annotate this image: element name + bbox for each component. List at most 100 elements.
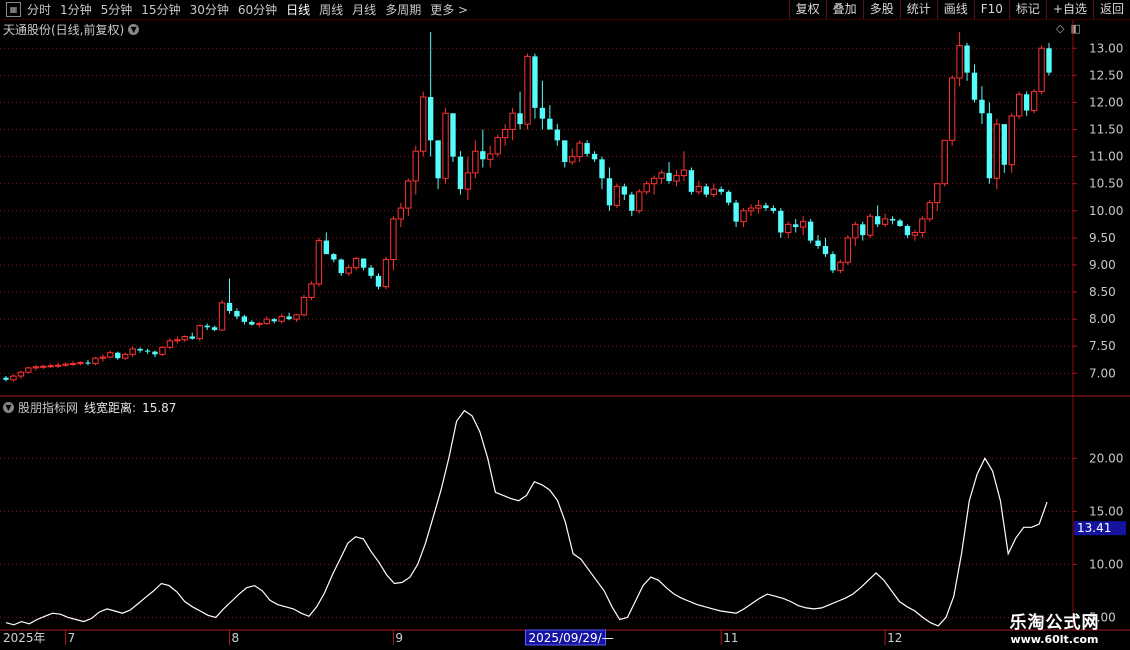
toolbar-button-8[interactable]: 返回 xyxy=(1092,0,1130,19)
chevron-down-icon[interactable]: ▼ xyxy=(128,24,140,35)
candle-body-down xyxy=(621,186,628,195)
x-axis-label: 9 xyxy=(395,631,403,645)
indicator-colon: : xyxy=(132,400,137,415)
y-tick-label: 10.00 xyxy=(1089,204,1123,218)
chevron-down-icon[interactable]: ▼ xyxy=(3,402,14,413)
chart-svg[interactable]: 13.00 12.50 12.00 11.50 11.00 10.50 10.00 9.50 9… xyxy=(0,0,1130,650)
candle-body-up xyxy=(472,150,479,174)
x-axis-label: 10 xyxy=(559,631,574,645)
candle-body-up xyxy=(62,363,69,366)
tab-2[interactable]: 5分钟 xyxy=(101,1,133,18)
candle-body-down xyxy=(249,321,255,325)
candle-body-up xyxy=(576,142,583,158)
candle-body-up xyxy=(129,348,136,355)
toolbar-button-1[interactable]: 叠加 xyxy=(825,0,863,19)
candle-body-down xyxy=(368,267,374,276)
candle-body-down xyxy=(703,186,709,195)
candle-body-down xyxy=(591,153,598,160)
candle-body-up xyxy=(941,139,948,185)
cursor-date-box xyxy=(525,629,606,646)
candle-body-up xyxy=(32,366,39,369)
candle-body-down xyxy=(860,224,866,236)
candle-body-down xyxy=(793,224,799,228)
x-axis-label: 11 xyxy=(723,631,738,645)
tab-4[interactable]: 30分钟 xyxy=(190,1,229,18)
layout-icon[interactable]: ◧ xyxy=(1070,22,1080,35)
y-tick-label: 10.50 xyxy=(1089,177,1123,191)
candle-body-down xyxy=(1023,94,1030,111)
indicator-tick-label: 20.00 xyxy=(1089,451,1123,465)
candle-body-up xyxy=(256,322,263,326)
candle-body-down xyxy=(807,221,814,241)
candle-body-down xyxy=(606,178,613,206)
candle-body-up xyxy=(755,204,762,209)
watermark: 乐淘公式网 www.60lt.com xyxy=(982,608,1127,648)
candle-body-up xyxy=(122,353,129,359)
y-tick-label: 9.50 xyxy=(1089,231,1116,245)
candle-body-up xyxy=(710,188,717,196)
toolbar-button-4[interactable]: 画线 xyxy=(936,0,974,19)
candle-body-up xyxy=(196,325,203,340)
candle-body-down xyxy=(323,240,330,255)
candle-body-down xyxy=(733,202,739,222)
indicator-tick-label: 10.00 xyxy=(1089,557,1123,571)
candle-body-up xyxy=(107,352,114,358)
candle-body-down xyxy=(547,118,553,130)
candle-body-up xyxy=(1008,115,1015,166)
diamond-icon[interactable]: ◇ xyxy=(1056,22,1064,35)
toolbar-button-3[interactable]: 统计 xyxy=(899,0,937,19)
candle-body-up xyxy=(10,375,17,381)
candle-body-up xyxy=(345,267,352,274)
candle-body-down xyxy=(815,240,821,247)
tab-5[interactable]: 60分钟 xyxy=(238,1,277,18)
tab-10[interactable]: 更多 > xyxy=(430,1,468,18)
candle-body-down xyxy=(338,259,344,274)
tab-9[interactable]: 多周期 xyxy=(385,1,421,18)
candle-body-down xyxy=(204,325,210,328)
tab-6[interactable]: 日线 xyxy=(286,1,310,18)
tab-1[interactable]: 1分钟 xyxy=(60,1,92,18)
tab-7[interactable]: 周线 xyxy=(319,1,343,18)
candle-body-down xyxy=(904,225,911,236)
candle-body-up xyxy=(25,367,32,373)
menu-icon[interactable]: ▦ xyxy=(6,2,21,17)
current-value-box xyxy=(1074,521,1126,536)
candle-body-down xyxy=(763,205,769,209)
candle-body-down xyxy=(85,362,91,364)
toolbar-button-0[interactable]: 复权 xyxy=(788,0,826,19)
candle-body-down xyxy=(137,348,143,351)
candle-body-up xyxy=(926,202,933,220)
candle-body-up xyxy=(390,218,397,261)
candle-body-down xyxy=(3,377,9,380)
x-axis-label: 8 xyxy=(232,631,240,645)
current-value-label: 13.41 xyxy=(1077,521,1111,535)
toolbar-right-buttons: 复权 叠加 多股 统计 画线 F10 标记 +自选 返回 xyxy=(788,0,1130,19)
y-tick-label: 8.50 xyxy=(1089,285,1116,299)
candle-body-down xyxy=(889,218,896,221)
candle-body-up xyxy=(69,363,77,366)
tab-0[interactable]: 分时 xyxy=(27,1,51,18)
y-tick-label: 11.50 xyxy=(1089,123,1123,137)
toolbar-button-6[interactable]: 标记 xyxy=(1008,0,1046,19)
candle-body-up xyxy=(382,259,390,288)
candle-body-up xyxy=(263,318,270,324)
candle-body-down xyxy=(226,302,233,312)
candle-body-down xyxy=(115,352,121,359)
candle-body-down xyxy=(517,113,523,125)
tab-3[interactable]: 15分钟 xyxy=(141,1,180,18)
candle-body-up xyxy=(166,340,174,348)
toolbar-button-5[interactable]: F10 xyxy=(973,0,1009,19)
candle-body-up xyxy=(300,296,308,316)
candle-body-down xyxy=(144,350,151,352)
candle-body-up xyxy=(636,191,643,212)
watermark-url: www.60lt.com xyxy=(1010,633,1099,646)
chart-top-icons: ◇ ◧ xyxy=(1056,22,1081,35)
candle-body-up xyxy=(747,207,755,212)
toolbar-button-2[interactable]: 多股 xyxy=(862,0,900,19)
toolbar-button-7[interactable]: +自选 xyxy=(1045,0,1093,19)
toolbar: ▦ 分时 1分钟 5分钟 15分钟 30分钟 60分钟 日线 周线 月线 多周期 更多 > 复权 叠加… xyxy=(0,0,1130,20)
candle-body-up xyxy=(308,283,315,298)
candle-body-down xyxy=(532,56,538,108)
candle-body-up xyxy=(412,150,419,182)
tab-8[interactable]: 月线 xyxy=(352,1,376,18)
